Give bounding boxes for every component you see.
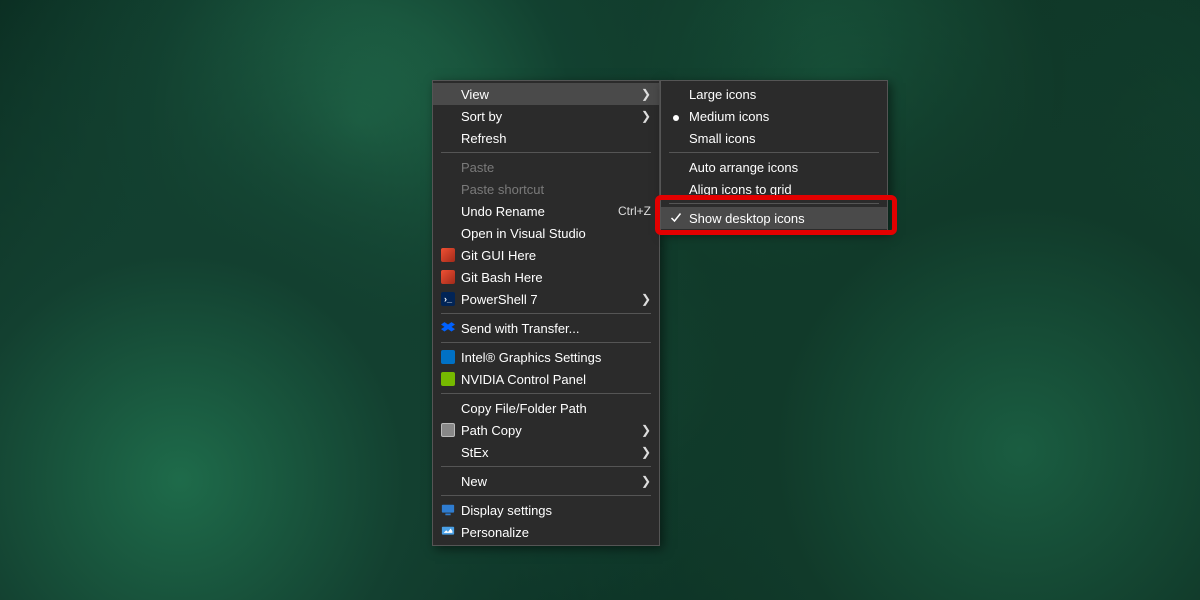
git-gui-icon: [439, 247, 457, 263]
menu-item-powershell[interactable]: ›_ PowerShell 7 ❯: [433, 288, 659, 310]
menu-separator: [669, 152, 879, 153]
spacer-icon: [439, 444, 457, 460]
menu-separator: [441, 466, 651, 467]
submenu-arrow-icon: ❯: [639, 474, 651, 488]
menu-item-undo-rename[interactable]: Undo Rename Ctrl+Z: [433, 200, 659, 222]
path-copy-icon: [439, 422, 457, 438]
display-settings-icon: [439, 502, 457, 518]
menu-item-label: Send with Transfer...: [461, 321, 651, 336]
menu-item-refresh[interactable]: Refresh: [433, 127, 659, 149]
menu-item-label: Intel® Graphics Settings: [461, 350, 651, 365]
menu-item-label: Show desktop icons: [689, 211, 879, 226]
menu-item-label: Personalize: [461, 525, 651, 540]
spacer-icon: [667, 159, 685, 175]
submenu-item-show-desktop-icons[interactable]: Show desktop icons: [661, 207, 887, 229]
menu-item-label: New: [461, 474, 639, 489]
powershell-icon: ›_: [439, 291, 457, 307]
spacer-icon: [439, 225, 457, 241]
spacer-icon: [439, 203, 457, 219]
menu-item-label: NVIDIA Control Panel: [461, 372, 651, 387]
spacer-icon: [439, 181, 457, 197]
menu-item-paste: Paste: [433, 156, 659, 178]
intel-icon: [439, 349, 457, 365]
menu-separator: [441, 152, 651, 153]
spacer-icon: [667, 130, 685, 146]
menu-item-personalize[interactable]: Personalize: [433, 521, 659, 543]
menu-item-nvidia-control-panel[interactable]: NVIDIA Control Panel: [433, 368, 659, 390]
checkmark-icon: [667, 210, 685, 226]
submenu-arrow-icon: ❯: [639, 423, 651, 437]
menu-item-label: StEx: [461, 445, 639, 460]
desktop-context-menu: View ❯ Sort by ❯ Refresh Paste Paste sho…: [432, 80, 660, 546]
menu-item-stex[interactable]: StEx ❯: [433, 441, 659, 463]
menu-separator: [441, 495, 651, 496]
menu-item-new[interactable]: New ❯: [433, 470, 659, 492]
git-bash-icon: [439, 269, 457, 285]
personalize-icon: [439, 524, 457, 540]
menu-item-intel-graphics[interactable]: Intel® Graphics Settings: [433, 346, 659, 368]
spacer-icon: [439, 400, 457, 416]
menu-item-view[interactable]: View ❯: [433, 83, 659, 105]
menu-item-sort-by[interactable]: Sort by ❯: [433, 105, 659, 127]
menu-item-label: Display settings: [461, 503, 651, 518]
menu-item-label: Git Bash Here: [461, 270, 651, 285]
menu-item-send-with-transfer[interactable]: Send with Transfer...: [433, 317, 659, 339]
menu-item-label: Git GUI Here: [461, 248, 651, 263]
menu-separator: [441, 342, 651, 343]
nvidia-icon: [439, 371, 457, 387]
menu-item-label: Auto arrange icons: [689, 160, 879, 175]
menu-item-label: Medium icons: [689, 109, 879, 124]
view-submenu: Large icons Medium icons Small icons Aut…: [660, 80, 888, 232]
menu-item-paste-shortcut: Paste shortcut: [433, 178, 659, 200]
menu-item-display-settings[interactable]: Display settings: [433, 499, 659, 521]
spacer-icon: [439, 130, 457, 146]
menu-item-label: Align icons to grid: [689, 182, 879, 197]
menu-item-git-gui[interactable]: Git GUI Here: [433, 244, 659, 266]
submenu-arrow-icon: ❯: [639, 292, 651, 306]
spacer-icon: [667, 181, 685, 197]
menu-item-path-copy[interactable]: Path Copy ❯: [433, 419, 659, 441]
menu-item-label: Sort by: [461, 109, 639, 124]
menu-item-label: PowerShell 7: [461, 292, 639, 307]
spacer-icon: [439, 86, 457, 102]
spacer-icon: [667, 86, 685, 102]
menu-item-label: Refresh: [461, 131, 651, 146]
submenu-item-align-to-grid[interactable]: Align icons to grid: [661, 178, 887, 200]
menu-item-git-bash[interactable]: Git Bash Here: [433, 266, 659, 288]
menu-item-label: Undo Rename: [461, 204, 618, 219]
submenu-item-auto-arrange[interactable]: Auto arrange icons: [661, 156, 887, 178]
menu-item-label: Paste shortcut: [461, 182, 651, 197]
menu-item-label: Paste: [461, 160, 651, 175]
submenu-item-large-icons[interactable]: Large icons: [661, 83, 887, 105]
submenu-arrow-icon: ❯: [639, 87, 651, 101]
menu-item-open-visual-studio[interactable]: Open in Visual Studio: [433, 222, 659, 244]
spacer-icon: [439, 159, 457, 175]
menu-item-shortcut: Ctrl+Z: [618, 204, 651, 218]
menu-item-label: Open in Visual Studio: [461, 226, 651, 241]
menu-item-copy-path[interactable]: Copy File/Folder Path: [433, 397, 659, 419]
spacer-icon: [439, 108, 457, 124]
submenu-arrow-icon: ❯: [639, 109, 651, 123]
radio-selected-icon: [667, 108, 685, 124]
menu-item-label: Path Copy: [461, 423, 639, 438]
spacer-icon: [439, 473, 457, 489]
submenu-item-medium-icons[interactable]: Medium icons: [661, 105, 887, 127]
submenu-item-small-icons[interactable]: Small icons: [661, 127, 887, 149]
menu-item-label: View: [461, 87, 639, 102]
submenu-arrow-icon: ❯: [639, 445, 651, 459]
menu-item-label: Large icons: [689, 87, 879, 102]
menu-separator: [441, 313, 651, 314]
dropbox-icon: [439, 320, 457, 336]
menu-separator: [441, 393, 651, 394]
menu-separator: [669, 203, 879, 204]
menu-item-label: Small icons: [689, 131, 879, 146]
menu-item-label: Copy File/Folder Path: [461, 401, 651, 416]
